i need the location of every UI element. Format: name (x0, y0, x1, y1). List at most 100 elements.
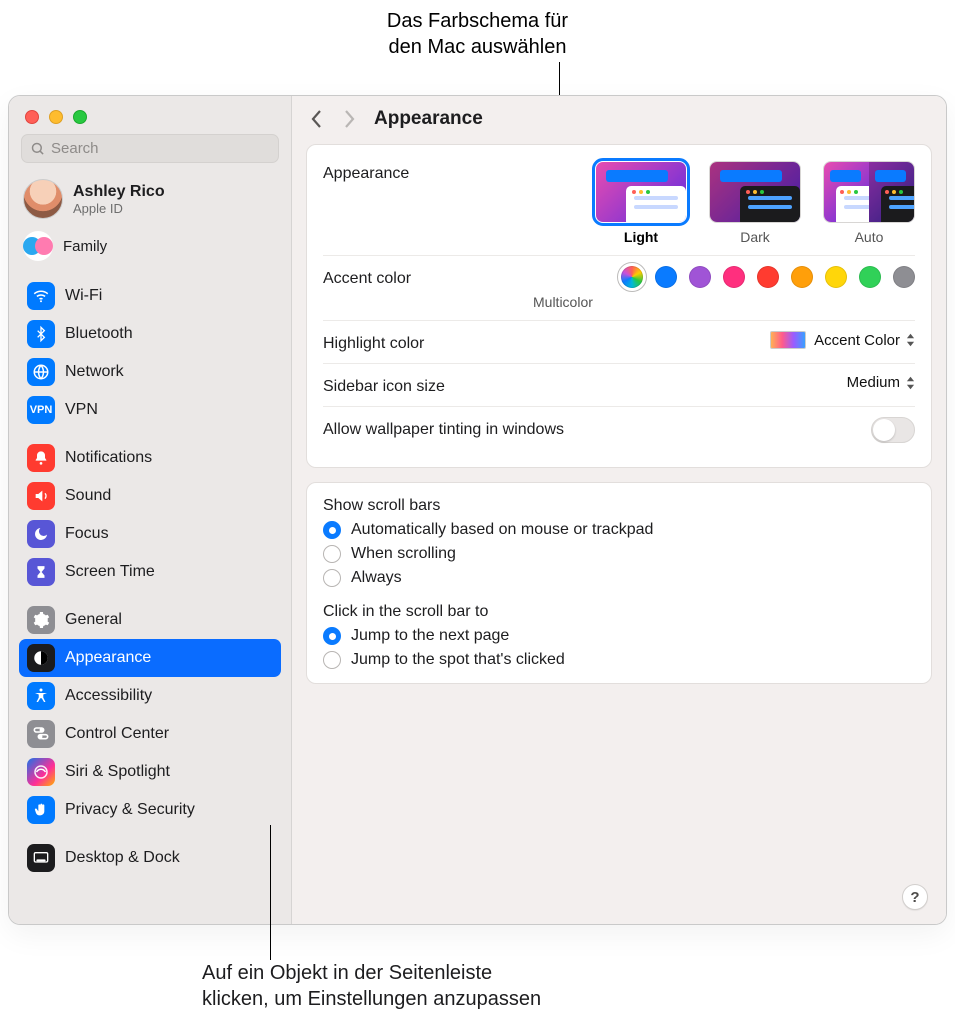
help-button[interactable]: ? (902, 884, 928, 910)
sidebar-item-vpn[interactable]: VPNVPN (19, 391, 281, 429)
highlight-label: Highlight color (323, 331, 533, 353)
sidebar-item-privacy-security[interactable]: Privacy & Security (19, 791, 281, 829)
sidebar-item-label: Wi-Fi (65, 287, 102, 305)
forward-button[interactable] (342, 109, 356, 129)
fullscreen-button[interactable] (73, 110, 87, 124)
scrollbars-option[interactable]: Always (323, 569, 915, 587)
accent-swatch[interactable] (655, 266, 677, 288)
siri-icon (27, 758, 55, 786)
accent-sublabel: Multicolor (533, 294, 915, 310)
account-name: Ashley Rico (73, 182, 165, 201)
sidebar-item-label: Privacy & Security (65, 801, 195, 819)
hand-icon (27, 796, 55, 824)
appearance-label: Appearance (323, 161, 533, 183)
window-controls (9, 96, 291, 134)
iconsize-select[interactable]: Medium (847, 374, 915, 391)
sidebar-item-control-center[interactable]: Control Center (19, 715, 281, 753)
annotation-top: Das Farbschema für den Mac auswählen (0, 8, 955, 60)
radio-label: Always (351, 569, 402, 587)
sidebar-item-appearance[interactable]: Appearance (19, 639, 281, 677)
sidebar-item-sound[interactable]: Sound (19, 477, 281, 515)
appearance-option-light[interactable]: Light (595, 161, 687, 245)
settings-window: Search Ashley Rico Apple ID Family Wi-Fi… (8, 95, 947, 925)
sidebar-item-siri-spotlight[interactable]: Siri & Spotlight (19, 753, 281, 791)
sidebar-item-desktop-dock[interactable]: Desktop & Dock (19, 839, 281, 877)
switches-icon (27, 720, 55, 748)
radio-label: Jump to the spot that's clicked (351, 651, 565, 669)
accent-swatch[interactable] (621, 266, 643, 288)
page-title: Appearance (374, 108, 483, 130)
accent-swatch[interactable] (723, 266, 745, 288)
hourglass-icon (27, 558, 55, 586)
sidebar-family[interactable]: Family (9, 225, 291, 271)
appearance-option-label: Auto (855, 229, 884, 245)
accent-swatch[interactable] (757, 266, 779, 288)
sidebar-item-label: Focus (65, 525, 109, 543)
sidebar-item-network[interactable]: Network (19, 353, 281, 391)
sidebar-item-label: Notifications (65, 449, 152, 467)
accent-swatch[interactable] (689, 266, 711, 288)
sidebar-item-accessibility[interactable]: Accessibility (19, 677, 281, 715)
sidebar: Search Ashley Rico Apple ID Family Wi-Fi… (9, 96, 292, 924)
appearance-option-dark[interactable]: Dark (709, 161, 801, 245)
radio-button (323, 651, 341, 669)
sidebar-item-label: General (65, 611, 122, 629)
nav-buttons (310, 109, 356, 129)
back-button[interactable] (310, 109, 324, 129)
wallpaper-toggle[interactable] (871, 417, 915, 443)
annotation-bottom-text: Auf ein Objekt in der Seitenleiste klick… (202, 962, 541, 1010)
accent-swatch[interactable] (825, 266, 847, 288)
family-icon (23, 231, 53, 261)
scrollbars-heading: Show scroll bars (323, 497, 915, 515)
iconsize-value: Medium (847, 374, 900, 391)
wifi-icon (27, 282, 55, 310)
account-sub: Apple ID (73, 201, 165, 217)
search-placeholder: Search (51, 140, 99, 157)
search-icon (30, 141, 45, 156)
sidebar-item-screen-time[interactable]: Screen Time (19, 553, 281, 591)
highlight-select[interactable]: Accent Color (814, 332, 915, 349)
search-input[interactable]: Search (21, 134, 279, 163)
sidebar-item-label: Bluetooth (65, 325, 133, 343)
accent-swatch[interactable] (859, 266, 881, 288)
sidebar-item-wi-fi[interactable]: Wi-Fi (19, 277, 281, 315)
minimize-button[interactable] (49, 110, 63, 124)
radio-label: Automatically based on mouse or trackpad (351, 521, 653, 539)
sidebar-group-general: General AppearanceAccessibility Control Ce… (9, 595, 291, 833)
bluetooth-icon (27, 320, 55, 348)
accent-swatch[interactable] (791, 266, 813, 288)
annotation-bottom-leader (270, 825, 271, 960)
scrollbars-options: Automatically based on mouse or trackpad… (323, 521, 915, 587)
scrollbars-option[interactable]: Automatically based on mouse or trackpad (323, 521, 915, 539)
scroll-panel: Show scroll bars Automatically based on … (306, 482, 932, 684)
sidebar-group-network: Wi-Fi Bluetooth NetworkVPNVPN (9, 271, 291, 433)
scrollbars-option[interactable]: When scrolling (323, 545, 915, 563)
speaker-icon (27, 482, 55, 510)
family-label: Family (63, 238, 107, 255)
sidebar-group-alerts: Notifications Sound Focus Screen Time (9, 433, 291, 595)
accessibility-icon (27, 682, 55, 710)
clickbar-option[interactable]: Jump to the spot that's clicked (323, 651, 915, 669)
sidebar-item-focus[interactable]: Focus (19, 515, 281, 553)
appearance-icon (27, 644, 55, 672)
sidebar-item-bluetooth[interactable]: Bluetooth (19, 315, 281, 353)
highlight-value: Accent Color (814, 332, 900, 349)
radio-button (323, 521, 341, 539)
clickbar-option[interactable]: Jump to the next page (323, 627, 915, 645)
help-label: ? (910, 889, 919, 906)
close-button[interactable] (25, 110, 39, 124)
appearance-option-auto[interactable]: Auto (823, 161, 915, 245)
accent-swatch[interactable] (893, 266, 915, 288)
appearance-thumb-light (595, 161, 687, 223)
clickbar-group: Click in the scroll bar to Jump to the n… (323, 603, 915, 669)
sidebar-item-general[interactable]: General (19, 601, 281, 639)
radio-button (323, 569, 341, 587)
iconsize-label: Sidebar icon size (323, 374, 533, 396)
sidebar-item-notifications[interactable]: Notifications (19, 439, 281, 477)
sidebar-account[interactable]: Ashley Rico Apple ID (9, 173, 291, 225)
accent-swatches (533, 266, 915, 288)
chevron-updown-icon (906, 376, 915, 390)
sidebar-item-label: VPN (65, 401, 98, 419)
sidebar-item-label: Control Center (65, 725, 169, 743)
bell-icon (27, 444, 55, 472)
